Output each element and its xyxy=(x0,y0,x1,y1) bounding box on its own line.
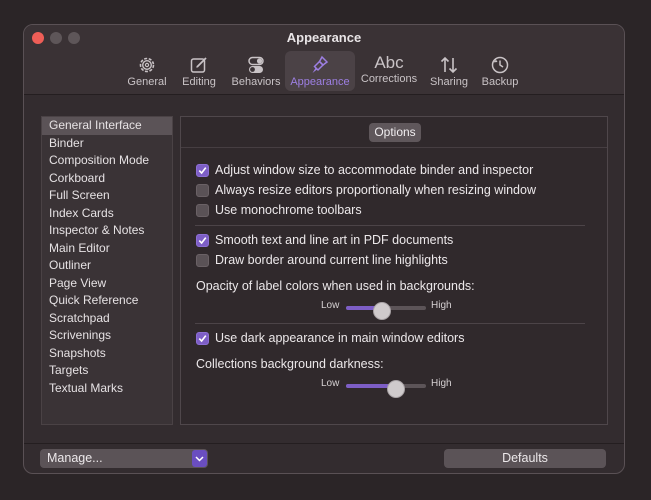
titlebar: Appearance General Editing Behaviors App… xyxy=(24,25,624,95)
option-label: Always resize editors proportionally whe… xyxy=(215,183,536,197)
checkbox-unchecked[interactable] xyxy=(196,253,209,267)
divider xyxy=(24,443,624,444)
toolbar-backup[interactable]: Backup xyxy=(478,51,522,91)
checkmark-icon xyxy=(198,236,207,244)
toolbar-backup-label: Backup xyxy=(481,76,519,88)
toolbar-appearance[interactable]: Appearance xyxy=(285,51,355,91)
toolbar-appearance-label: Appearance xyxy=(290,76,350,88)
slider-high-label: High xyxy=(431,300,452,311)
slider-knob[interactable] xyxy=(373,302,391,320)
brush-icon xyxy=(312,55,329,73)
sidebar-item-full-screen[interactable]: Full Screen xyxy=(42,187,172,205)
sidebar-item-textual-marks[interactable]: Textual Marks xyxy=(42,380,172,398)
window-title: Appearance xyxy=(286,30,362,45)
option-label: Use dark appearance in main window edito… xyxy=(215,331,465,345)
toolbar-behaviors-label: Behaviors xyxy=(231,76,281,88)
option-label: Draw border around current line highligh… xyxy=(215,253,448,267)
sidebar-item-general-interface[interactable]: General Interface xyxy=(42,117,172,135)
sidebar-item-corkboard[interactable]: Corkboard xyxy=(42,170,172,188)
option-dark-appearance[interactable]: Use dark appearance in main window edito… xyxy=(196,329,464,347)
slider-low-label: Low xyxy=(321,378,340,389)
sidebar-item-main-editor[interactable]: Main Editor xyxy=(42,240,172,258)
option-label: Adjust window size to accommodate binder… xyxy=(215,163,534,177)
checkbox-unchecked[interactable] xyxy=(196,183,209,197)
slider-high-label: High xyxy=(431,378,452,389)
darkness-slider[interactable]: Low High xyxy=(321,375,471,398)
sidebar-item-scrivenings[interactable]: Scrivenings xyxy=(42,327,172,345)
slider-low-label: Low xyxy=(321,300,340,311)
sidebar-item-outliner[interactable]: Outliner xyxy=(42,257,172,275)
toolbar-editing[interactable]: Editing xyxy=(177,51,221,91)
option-adjust-window-size[interactable]: Adjust window size to accommodate binder… xyxy=(196,161,533,179)
sidebar-item-page-view[interactable]: Page View xyxy=(42,275,172,293)
checkbox-unchecked[interactable] xyxy=(196,203,209,217)
edit-icon xyxy=(190,57,207,73)
toolbar-sharing[interactable]: Sharing xyxy=(427,51,471,91)
up-down-arrows-icon xyxy=(440,56,458,74)
preferences-window: Appearance General Editing Behaviors App… xyxy=(23,24,625,474)
slider-track[interactable] xyxy=(346,380,426,398)
sidebar-item-scratchpad[interactable]: Scratchpad xyxy=(42,310,172,328)
backup-clock-icon xyxy=(491,56,509,74)
checkbox-checked[interactable] xyxy=(196,163,209,177)
gear-icon xyxy=(139,57,155,73)
chevron-down-icon xyxy=(192,450,207,467)
divider xyxy=(181,147,607,148)
checkmark-icon xyxy=(198,334,207,342)
toolbar-sharing-label: Sharing xyxy=(430,76,468,88)
options-panel: Options Adjust window size to accommodat… xyxy=(180,116,608,425)
slider-knob[interactable] xyxy=(387,380,406,398)
option-smooth-text[interactable]: Smooth text and line art in PDF document… xyxy=(196,231,453,249)
sidebar-item-composition-mode[interactable]: Composition Mode xyxy=(42,152,172,170)
tab-options[interactable]: Options xyxy=(369,123,421,142)
sidebar-item-inspector-notes[interactable]: Inspector & Notes xyxy=(42,222,172,240)
sidebar-item-binder[interactable]: Binder xyxy=(42,135,172,153)
checkbox-checked[interactable] xyxy=(196,331,209,345)
checkbox-checked[interactable] xyxy=(196,233,209,247)
manage-label: Manage... xyxy=(47,451,103,465)
divider xyxy=(195,225,585,226)
checkmark-icon xyxy=(198,166,207,174)
opacity-label: Opacity of label colors when used in bac… xyxy=(196,279,475,293)
toolbar-corrections-label: Corrections xyxy=(360,73,418,85)
sidebar-item-snapshots[interactable]: Snapshots xyxy=(42,345,172,363)
toolbar-general[interactable]: General xyxy=(124,51,170,91)
sidebar-item-index-cards[interactable]: Index Cards xyxy=(42,205,172,223)
divider xyxy=(195,323,585,324)
toolbar-behaviors[interactable]: Behaviors xyxy=(228,51,284,91)
option-always-resize-editors[interactable]: Always resize editors proportionally whe… xyxy=(196,181,536,199)
opacity-slider[interactable]: Low High xyxy=(321,297,471,320)
option-draw-border[interactable]: Draw border around current line highligh… xyxy=(196,251,448,269)
toggles-icon xyxy=(248,56,264,73)
manage-popup-button[interactable]: Manage... xyxy=(40,449,208,468)
toolbar-general-label: General xyxy=(127,76,167,88)
toolbar-corrections[interactable]: Abc Corrections xyxy=(357,51,421,91)
toolbar-editing-label: Editing xyxy=(182,76,216,88)
option-monochrome-toolbars[interactable]: Use monochrome toolbars xyxy=(196,201,362,219)
darkness-label: Collections background darkness: xyxy=(196,357,384,371)
option-label: Smooth text and line art in PDF document… xyxy=(215,233,454,247)
abc-icon: Abc xyxy=(374,53,404,72)
sidebar-item-quick-reference[interactable]: Quick Reference xyxy=(42,292,172,310)
defaults-button[interactable]: Defaults xyxy=(444,449,606,468)
sidebar: General Interface Binder Composition Mod… xyxy=(41,116,173,425)
option-label: Use monochrome toolbars xyxy=(215,203,362,217)
slider-track[interactable] xyxy=(346,302,426,320)
sidebar-item-targets[interactable]: Targets xyxy=(42,362,172,380)
